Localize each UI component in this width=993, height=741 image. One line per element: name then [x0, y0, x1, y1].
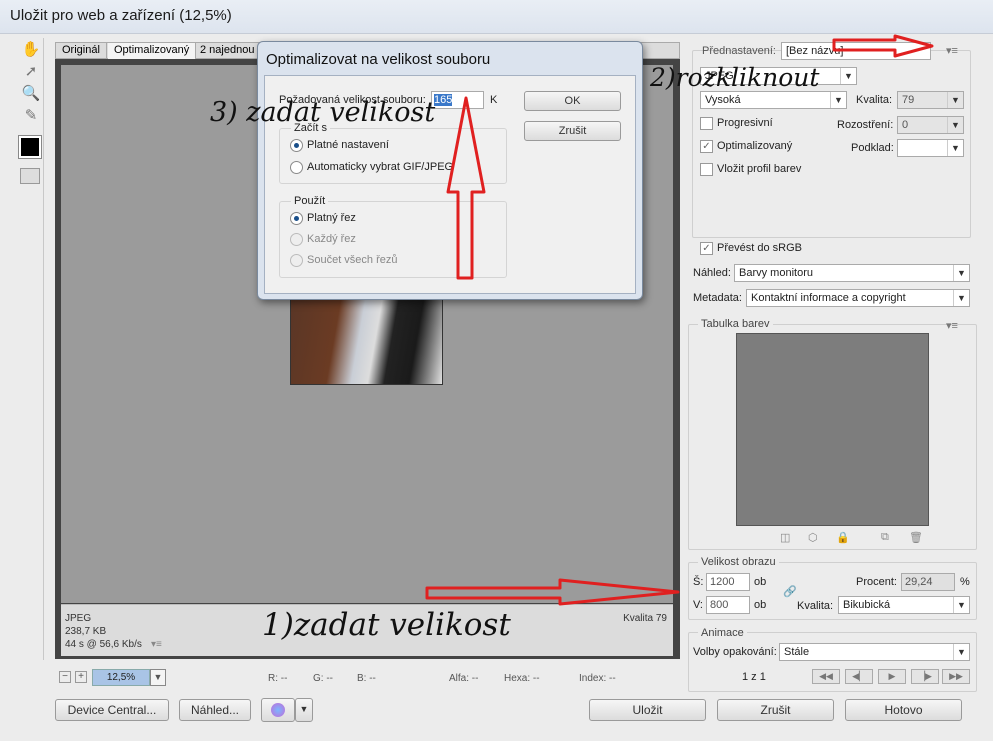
arrow-right-annotation-bottom: [425, 578, 680, 606]
arrow-up-annotation: [446, 96, 486, 280]
annotation-step1: 1)zadat velikost: [262, 607, 511, 643]
arrow-right-annotation-top: [832, 34, 934, 58]
annotation-step2: 2)rozkliknout: [650, 63, 820, 92]
annotation-step3: 3) zadat velikost: [210, 97, 436, 128]
